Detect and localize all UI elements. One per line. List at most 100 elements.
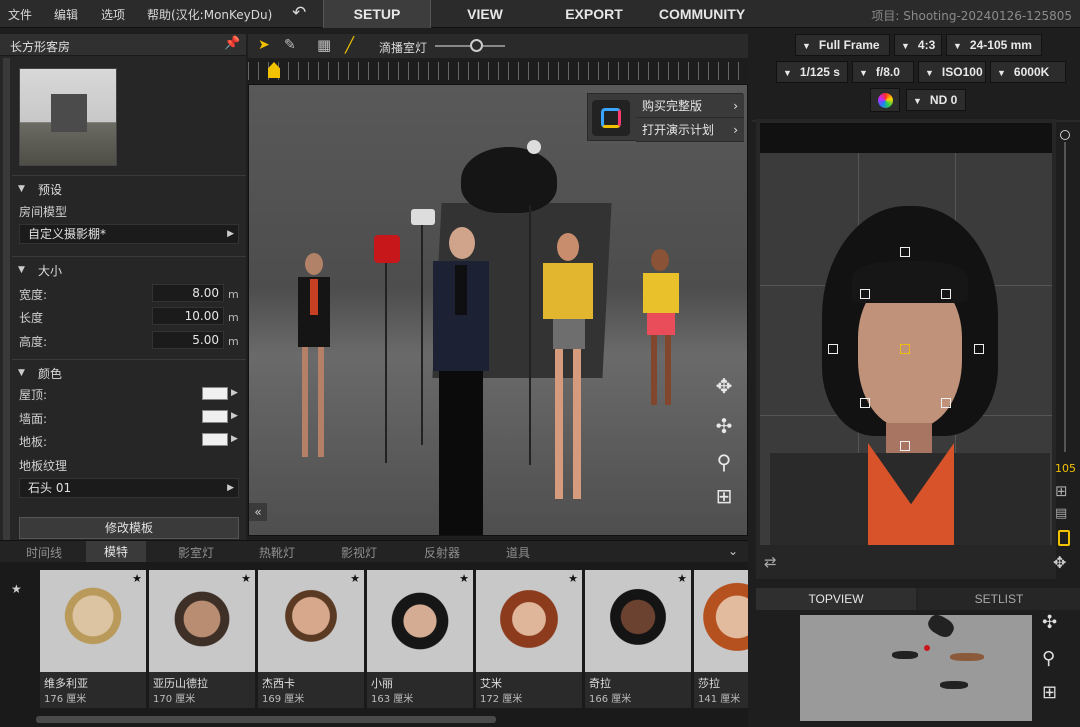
grid-icon[interactable]: ▦ — [317, 36, 331, 54]
pin-icon[interactable]: 📌 — [224, 36, 240, 51]
tab-studio-lights[interactable]: 影室灯 — [178, 544, 214, 561]
model-figure-1[interactable] — [296, 253, 332, 463]
camera-preview[interactable] — [760, 123, 1052, 545]
focus-handle[interactable] — [974, 344, 984, 354]
swap-icon[interactable]: ⇄ — [764, 553, 777, 571]
focus-handle[interactable] — [900, 247, 910, 257]
room-model-select[interactable]: 自定义摄影棚* ▶ — [19, 224, 239, 244]
focus-handle[interactable] — [941, 289, 951, 299]
section-preset[interactable]: 预设 — [38, 181, 62, 198]
tab-reflectors[interactable]: 反射器 — [424, 544, 460, 561]
menu-file[interactable]: 文件 — [8, 6, 32, 23]
model-figure-2[interactable] — [429, 227, 493, 535]
aspect-select[interactable]: ▼ 4:3 — [894, 34, 942, 56]
chevron-down-icon[interactable]: ▼ — [18, 265, 25, 275]
caret-right-icon[interactable]: ▶ — [231, 434, 238, 444]
ceiling-color-swatch[interactable] — [202, 387, 228, 400]
tab-film-lights[interactable]: 影视灯 — [341, 544, 377, 561]
focus-point[interactable] — [900, 344, 910, 354]
tab-topview[interactable]: TOPVIEW — [756, 588, 916, 610]
tab-setlist[interactable]: SETLIST — [918, 588, 1080, 610]
expand-icon[interactable]: ⌄ — [728, 544, 738, 558]
zoom-icon[interactable]: ⚲ — [711, 449, 737, 475]
star-icon[interactable]: ★ — [350, 572, 360, 585]
tab-props[interactable]: 道具 — [506, 544, 530, 561]
focus-handle[interactable] — [941, 398, 951, 408]
menu-options[interactable]: 选项 — [101, 6, 125, 23]
color-wheel-button[interactable] — [870, 88, 900, 112]
star-icon[interactable]: ★ — [132, 572, 142, 585]
floor-color-swatch[interactable] — [202, 433, 228, 446]
model-card[interactable]: 莎拉 141 厘米 — [694, 570, 748, 708]
shutter-select[interactable]: ▼ 1/125 s — [776, 61, 848, 83]
undo-icon[interactable]: ↶ — [292, 3, 306, 23]
orientation-icon[interactable] — [1058, 530, 1070, 546]
star-icon[interactable]: ★ — [568, 572, 578, 585]
focus-handle[interactable] — [860, 398, 870, 408]
tab-setup[interactable]: SETUP — [323, 0, 431, 28]
menu-edit[interactable]: 编辑 — [54, 6, 78, 23]
pan-icon[interactable]: ✣ — [711, 413, 737, 439]
section-size[interactable]: 大小 — [38, 262, 62, 279]
select-arrow-icon[interactable]: ➤ — [258, 37, 270, 53]
chevron-down-icon[interactable]: ▼ — [18, 184, 25, 194]
floor-texture-select[interactable]: 石头 01 ▶ — [19, 478, 239, 498]
timeline-ruler[interactable] — [248, 60, 748, 82]
line-tool-icon[interactable]: ╱ — [345, 36, 354, 54]
measure-tool-icon[interactable]: ✎ — [284, 37, 296, 53]
tab-view[interactable]: VIEW — [445, 0, 525, 28]
wall-color-swatch[interactable] — [202, 410, 228, 423]
favorites-star-icon[interactable]: ★ — [11, 582, 22, 596]
model-card[interactable]: ★ 亚历山德拉 170 厘米 — [149, 570, 255, 708]
chevron-down-icon[interactable]: ▼ — [18, 368, 25, 378]
lens-select[interactable]: ▼ 24-105 mm — [946, 34, 1042, 56]
buy-full-version-button[interactable]: 购买完整版 › — [636, 94, 744, 118]
menu-help[interactable]: 帮助(汉化:MonKeyDu) — [147, 6, 272, 23]
height-field[interactable]: 5.00 — [152, 331, 224, 349]
tab-flash-lights[interactable]: 热靴灯 — [259, 544, 295, 561]
grid-overlay-icon[interactable]: ⊞ — [1055, 482, 1068, 500]
panel-scrollbar[interactable] — [3, 58, 10, 540]
model-card[interactable]: ★ 杰西卡 169 厘米 — [258, 570, 364, 708]
modify-template-button[interactable]: 修改模板 — [19, 517, 239, 539]
tab-timeline[interactable]: 时间线 — [26, 544, 62, 561]
star-icon[interactable]: ★ — [677, 572, 687, 585]
fit-view-icon[interactable]: ⊞ — [1042, 682, 1057, 703]
zoom-slider-thumb[interactable] — [1060, 130, 1070, 140]
focus-handle[interactable] — [860, 289, 870, 299]
fit-view-icon[interactable]: ⊞ — [711, 483, 737, 509]
nd-filter-select[interactable]: ▼ ND 0 — [906, 89, 966, 111]
model-card[interactable]: ★ 小丽 163 厘米 — [367, 570, 473, 708]
model-card[interactable]: ★ 艾米 172 厘米 — [476, 570, 582, 708]
topview-map[interactable] — [800, 611, 1032, 721]
collapse-panel-icon[interactable]: « — [249, 503, 267, 521]
tab-models[interactable]: 模特 — [86, 541, 147, 563]
model-card[interactable]: ★ 维多利亚 176 厘米 — [40, 570, 146, 708]
star-icon[interactable]: ★ — [241, 572, 251, 585]
light-slider-thumb[interactable] — [470, 39, 483, 52]
length-field[interactable]: 10.00 — [152, 307, 224, 325]
zoom-icon[interactable]: ⚲ — [1042, 648, 1055, 669]
focus-handle[interactable] — [828, 344, 838, 354]
pan-icon[interactable]: ✣ — [1042, 612, 1057, 633]
tab-community[interactable]: COMMUNITY — [650, 0, 754, 28]
scene-viewport[interactable]: 购买完整版 › 打开演示计划 › ✥ ✣ ⚲ ⊞ « — [248, 84, 748, 536]
move-camera-icon[interactable]: ✥ — [1053, 553, 1066, 572]
orbit-icon[interactable]: ✥ — [711, 373, 737, 399]
section-color[interactable]: 颜色 — [38, 365, 62, 382]
focus-handle[interactable] — [900, 441, 910, 451]
model-card[interactable]: ★ 奇拉 166 厘米 — [585, 570, 691, 708]
model-figure-4[interactable] — [641, 249, 681, 409]
sensor-select[interactable]: ▼ Full Frame — [795, 34, 890, 56]
tab-export[interactable]: EXPORT — [553, 0, 635, 28]
iso-select[interactable]: ▼ ISO100 — [918, 61, 986, 83]
histogram-icon[interactable]: ▤ — [1055, 506, 1067, 521]
white-balance-select[interactable]: ▼ 6000K — [990, 61, 1066, 83]
caret-right-icon[interactable]: ▶ — [231, 388, 238, 398]
width-field[interactable]: 8.00 — [152, 284, 224, 302]
open-demo-plan-button[interactable]: 打开演示计划 › — [636, 118, 744, 142]
model-strip-scrollbar[interactable] — [36, 716, 496, 723]
aperture-select[interactable]: ▼ f/8.0 — [852, 61, 914, 83]
star-icon[interactable]: ★ — [459, 572, 469, 585]
model-figure-3[interactable] — [539, 233, 597, 503]
